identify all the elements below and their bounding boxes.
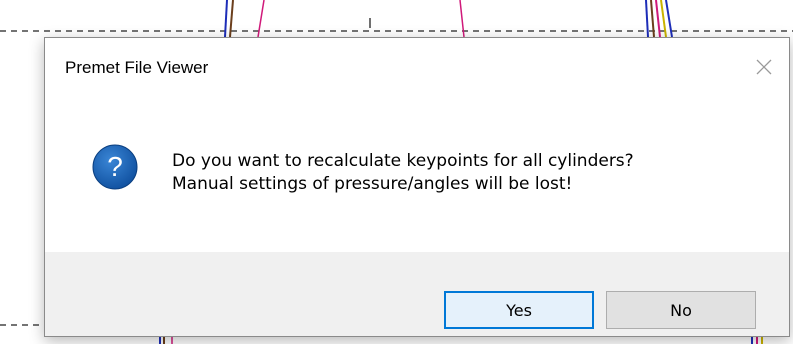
close-icon xyxy=(756,59,772,75)
plot-curve-blue-1 xyxy=(224,0,228,38)
plot-curve-blue-3 xyxy=(665,0,673,38)
svg-text:?: ? xyxy=(107,151,123,182)
plot-curve-magenta-1 xyxy=(257,0,265,38)
dialog-titlebar[interactable]: Premet File Viewer xyxy=(45,38,789,102)
plot-curve-magenta-3 xyxy=(655,0,661,38)
plot-curve-blue-2 xyxy=(645,0,649,38)
yes-button[interactable]: Yes xyxy=(444,291,594,329)
no-button[interactable]: No xyxy=(606,291,756,329)
yes-button-label: Yes xyxy=(506,300,532,320)
no-button-label: No xyxy=(670,300,692,320)
dialog-button-bar: Yes No xyxy=(45,252,789,336)
question-icon: ? xyxy=(91,143,139,191)
message-line-1: Do you want to recalculate keypoints for… xyxy=(172,151,634,171)
dialog-content: ? Do you want to recalculate keypoints f… xyxy=(45,102,789,252)
message-line-2: Manual settings of pressure/angles will … xyxy=(172,174,573,194)
dialog-message: Do you want to recalculate keypoints for… xyxy=(172,150,634,196)
dialog-title: Premet File Viewer xyxy=(65,58,209,77)
message-dialog: Premet File Viewer ? Do you want to reca… xyxy=(44,37,790,337)
close-button[interactable] xyxy=(751,54,777,80)
